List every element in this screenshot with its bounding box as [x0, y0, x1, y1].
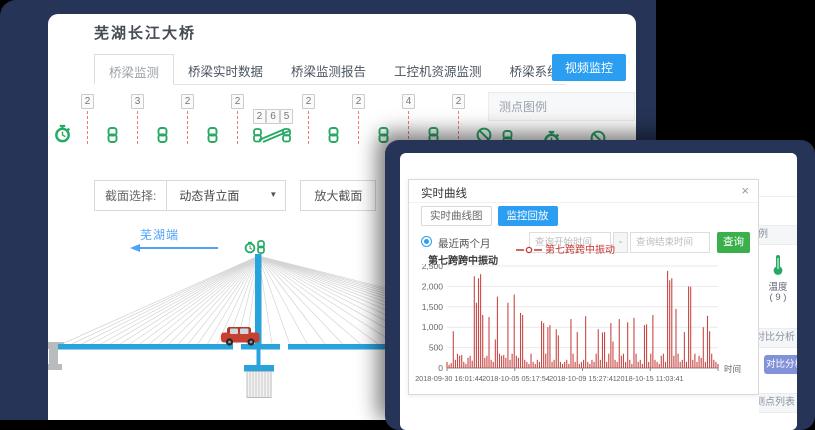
vibration-chart: 0 500 1,000 1,500 2,000 2,500 2018-09-30 16:01… — [409, 264, 758, 394]
sensor-dash-line — [358, 111, 359, 144]
legend-section-header: 图例 — [759, 225, 797, 245]
cluster-chain-icon — [252, 124, 294, 143]
sensor-dash-line — [187, 111, 188, 144]
sensor-dash-line — [308, 111, 309, 144]
sensor-count-badge: 2 — [253, 109, 267, 124]
sensor-group[interactable]: 2 — [225, 94, 250, 144]
main-tab-bar: 桥梁监测桥梁实时数据桥梁监测报告工控机资源监测桥梁系统报警 — [94, 54, 566, 85]
svg-text:0: 0 — [438, 363, 443, 373]
svg-text:1,500: 1,500 — [422, 302, 444, 312]
section-select-bar: 截面选择: 动态背立面 ▼ 放大截面 — [94, 180, 376, 211]
zoom-section-button[interactable]: 放大截面 — [300, 180, 376, 211]
sensor-clock-icon[interactable] — [50, 94, 75, 144]
sensor-chain-icon[interactable] — [421, 94, 446, 144]
legend-label: 第七跨跨中振动 — [545, 245, 615, 256]
video-monitor-button[interactable]: 视频监控 — [552, 54, 626, 81]
main-tab-3[interactable]: 工控机资源监测 — [380, 54, 496, 84]
sensor-group[interactable]: 2 — [296, 94, 321, 144]
compare-analysis-button[interactable]: 对比分析 — [764, 355, 797, 374]
compare-section-header: 对比分析 — [759, 328, 797, 348]
sensor-count-badge: 2 — [231, 94, 245, 109]
section-selected-value: 动态背立面 — [179, 189, 239, 203]
dialog-header: 实时曲线 × — [409, 180, 758, 203]
x-tick-label: 2018-09-30 16:01:44 — [415, 374, 483, 383]
x-tick-label: 2018-10-09 15:27:41 — [549, 374, 617, 383]
x-tick-label: 2018-10-05 05:17:54 — [482, 374, 550, 383]
svg-text:2,000: 2,000 — [422, 281, 444, 291]
sensor-chain-icon[interactable] — [200, 94, 225, 144]
page-title: 芜湖长江大桥 — [94, 22, 196, 43]
svg-text:2,500: 2,500 — [422, 264, 444, 271]
sensor-count-badge: 3 — [131, 94, 145, 109]
dialog-title: 实时曲线 — [421, 185, 467, 201]
sensor-dash-line — [137, 111, 138, 144]
sensor-count-badge: 5 — [280, 109, 294, 124]
sensor-group[interactable]: 4 — [396, 94, 421, 144]
sensor-cluster-group[interactable]: 265 — [250, 94, 296, 144]
point-legend-title: 测点图例 — [488, 92, 635, 121]
dialog-tab-0[interactable]: 实时曲线图 — [421, 206, 492, 226]
car — [221, 327, 260, 346]
sensor-count-badge: 4 — [402, 94, 416, 109]
sensor-chain-icon[interactable] — [150, 94, 175, 144]
dialog-tab-bar: 实时曲线图监控回放 — [421, 206, 558, 226]
sensor-group[interactable]: 3 — [125, 94, 150, 144]
sensor-dash-line — [237, 111, 238, 144]
curve-window-content: 实时曲线 × 实时曲线图监控回放 最近两个月 - 查询 第七跨跨中振动 第七跨跨… — [400, 153, 797, 430]
clock-icon — [54, 124, 71, 143]
sensor-count-badge: 2 — [452, 94, 466, 109]
temperature-count: ( 9 ) — [759, 292, 797, 303]
sensor-count-badge: 6 — [266, 109, 280, 124]
sensor-group[interactable]: 2 — [175, 94, 200, 144]
chain-icon — [378, 127, 389, 143]
sensor-count-badge: 2 — [181, 94, 195, 109]
section-select-label: 截面选择: — [95, 181, 166, 210]
chain-icon — [107, 127, 118, 143]
legend-marker-icon — [516, 246, 542, 254]
chain-icon — [207, 127, 218, 143]
sensor-count-badge: 2 — [81, 94, 95, 109]
sensor-group[interactable]: 2 — [75, 94, 100, 144]
point-list-section-header: 测点列表 — [759, 393, 797, 413]
section-select-dropdown[interactable]: 动态背立面 ▼ — [166, 181, 285, 210]
close-icon[interactable]: × — [741, 183, 749, 198]
x-tick-label: 2018-10-15 11:03:41 — [616, 374, 683, 383]
main-tab-1[interactable]: 桥梁实时数据 — [174, 54, 277, 84]
sensor-count-badge: 2 — [302, 94, 316, 109]
sensor-count-badge: 2 — [352, 94, 366, 109]
section-select-box: 截面选择: 动态背立面 ▼ — [94, 180, 286, 211]
bridge-pier — [247, 372, 271, 398]
svg-text:500: 500 — [429, 343, 443, 353]
sensor-group[interactable]: 2 — [346, 94, 371, 144]
sensor-chain-icon[interactable] — [371, 94, 396, 144]
svg-text:1,000: 1,000 — [422, 322, 444, 332]
main-tab-0[interactable]: 桥梁监测 — [94, 54, 174, 85]
temperature-label: 温度 — [759, 279, 797, 293]
chevron-down-icon: ▼ — [269, 190, 277, 199]
tower-top-sensor-icons[interactable] — [246, 241, 264, 253]
sensor-group[interactable]: 2 — [446, 94, 471, 144]
thermometer-icon[interactable] — [772, 254, 784, 276]
x-axis-label: 时间 — [724, 364, 741, 374]
sensor-chain-icon[interactable] — [100, 94, 125, 144]
deck-joint — [280, 344, 288, 350]
main-tab-2[interactable]: 桥梁监测报告 — [277, 54, 380, 84]
chain-icon — [157, 127, 168, 143]
sensor-dash-line — [87, 111, 88, 144]
deck-joint — [233, 344, 241, 350]
sensor-chain-icon[interactable] — [321, 94, 346, 144]
bridge-tower — [244, 254, 274, 372]
sensor-overview-bar: 23222652242 — [50, 94, 496, 144]
right-side-panel: 图例 温度 ( 9 ) 对比分析 对比分析 测点列表 — [759, 153, 797, 430]
panel-divider — [759, 196, 797, 197]
curve-window: 实时曲线 × 实时曲线图监控回放 最近两个月 - 查询 第七跨跨中振动 第七跨跨… — [385, 140, 815, 430]
chain-icon — [328, 127, 339, 143]
dialog-tab-1[interactable]: 监控回放 — [498, 206, 558, 226]
realtime-curve-dialog: 实时曲线 × 实时曲线图监控回放 最近两个月 - 查询 第七跨跨中振动 第七跨跨… — [408, 179, 759, 395]
